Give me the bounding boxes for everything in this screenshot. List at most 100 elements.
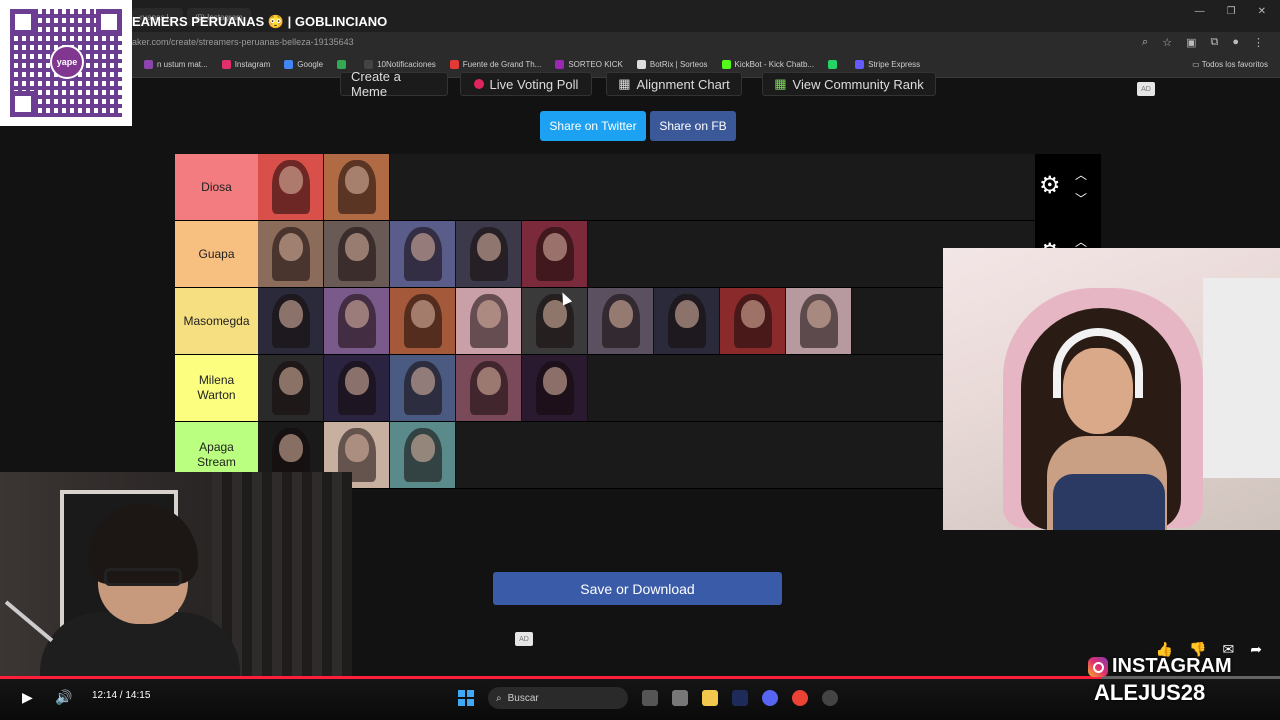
tier-row: Diosa ⚙ ︿ ﹀	[175, 154, 1101, 221]
qr-code: yape	[0, 0, 132, 126]
save-download-button[interactable]: Save or Download	[493, 572, 782, 605]
instagram-overlay: INSTAGRAM ALEJUS28	[1088, 655, 1232, 706]
tier-item-image[interactable]	[390, 422, 456, 488]
tier-item-image[interactable]	[522, 355, 588, 421]
live-voting-button[interactable]: Live Voting Poll	[460, 72, 592, 96]
tier-item-image[interactable]	[390, 288, 456, 354]
tier-items	[258, 154, 390, 220]
puzzle-icon[interactable]: ⧉	[1210, 36, 1218, 49]
search-icon: ⌕	[496, 692, 502, 704]
share-twitter-button[interactable]: Share on Twitter	[540, 111, 646, 141]
url-field[interactable]: aker.com/create/streamers-peruanas-belle…	[132, 37, 354, 47]
button-label: Create a Meme	[351, 69, 401, 99]
search-label: Buscar	[507, 692, 539, 704]
community-rank-button[interactable]: ▦ View Community Rank	[762, 72, 936, 96]
tier-label[interactable]: Diosa	[175, 154, 258, 220]
bookmark-item[interactable]: n ustum mat...	[144, 60, 208, 69]
bookmark-item[interactable]: Google	[284, 60, 323, 69]
bookmark-icon	[337, 60, 347, 69]
close-icon[interactable]: ✕	[1258, 6, 1266, 17]
play-icon[interactable]: ▶	[22, 689, 33, 706]
browser-titlebar: ruanas l... (9) Instagram EAMERS PERUANA…	[0, 0, 1280, 32]
windows-taskbar: ⌕ Buscar	[458, 687, 838, 709]
discord-icon[interactable]	[762, 690, 778, 706]
maximize-icon[interactable]: ❐	[1227, 6, 1236, 17]
bookmark-item[interactable]: 10Notificaciones	[364, 60, 436, 69]
tier-item-image[interactable]	[324, 154, 390, 220]
tier-item-image[interactable]	[390, 221, 456, 287]
windows-start-icon[interactable]	[458, 690, 474, 706]
bookmark-label: Stripe Express	[868, 60, 921, 69]
taskbar-search[interactable]: ⌕ Buscar	[488, 687, 628, 709]
gear-icon[interactable]: ⚙	[1039, 174, 1061, 198]
all-bookmarks-label: Todos los favoritos	[1201, 60, 1268, 69]
yape-logo: yape	[50, 45, 84, 79]
bookmark-item[interactable]: BotRix | Sorteos	[636, 60, 708, 69]
tier-item-image[interactable]	[324, 355, 390, 421]
bookmark-item[interactable]: Fuente de Grand Th...	[449, 60, 542, 69]
bookmark-icon	[828, 60, 838, 69]
bookmark-item[interactable]: SORTEO KICK	[555, 60, 623, 69]
app-icon[interactable]	[822, 690, 838, 706]
all-bookmarks[interactable]: ▭ Todos los favoritos	[1192, 60, 1268, 69]
tier-items	[258, 355, 588, 421]
tier-item-image[interactable]	[456, 355, 522, 421]
tier-item-image[interactable]	[258, 355, 324, 421]
menu-icon[interactable]: ⋮	[1253, 36, 1264, 49]
ad-tag: AD	[515, 632, 533, 646]
tier-item-image[interactable]	[258, 221, 324, 287]
screen: ruanas l... (9) Instagram EAMERS PERUANA…	[0, 0, 1280, 720]
bookmark-item[interactable]	[828, 60, 841, 69]
create-meme-button[interactable]: Create a Meme	[340, 69, 448, 99]
tier-item-image[interactable]	[720, 288, 786, 354]
tier-item-image[interactable]	[456, 221, 522, 287]
instagram-label: INSTAGRAM	[1112, 655, 1232, 677]
volume-icon[interactable]: 🔊	[55, 689, 72, 706]
tier-item-image[interactable]	[786, 288, 852, 354]
tier-item-image[interactable]	[258, 154, 324, 220]
photoshop-icon[interactable]	[732, 690, 748, 706]
tier-item-image[interactable]	[522, 288, 588, 354]
chevron-up-icon[interactable]: ︿	[1075, 166, 1087, 183]
tier-item-image[interactable]	[324, 288, 390, 354]
profile-icon[interactable]: ●	[1232, 36, 1239, 49]
bookmark-item[interactable]: KickBot - Kick Chatb...	[721, 60, 814, 69]
tier-label[interactable]: Milena Warton	[175, 355, 258, 421]
file-explorer-icon[interactable]	[702, 690, 718, 706]
bookmark-icon	[284, 60, 294, 69]
minimize-icon[interactable]: —	[1195, 6, 1205, 17]
share-fb-button[interactable]: Share on FB	[650, 111, 736, 141]
bookmark-icon	[855, 60, 865, 69]
window-controls: — ❐ ✕	[1195, 6, 1266, 17]
address-bar-icons: ⌕ ☆ ▣ ⧉ ● ⋮	[1142, 36, 1264, 49]
button-label: View Community Rank	[792, 76, 924, 92]
star-icon[interactable]: ☆	[1162, 36, 1172, 49]
extension-icon[interactable]: ▣	[1186, 36, 1196, 49]
zoom-icon[interactable]: ⌕	[1142, 36, 1148, 49]
tier-item-image[interactable]	[522, 221, 588, 287]
grid-icon: ▦	[618, 76, 631, 91]
tier-label[interactable]: Guapa	[175, 221, 258, 287]
tier-label[interactable]: Masomegda	[175, 288, 258, 354]
ad-tag: AD	[1137, 82, 1155, 96]
alignment-chart-button[interactable]: ▦ Alignment Chart	[606, 72, 742, 96]
app-icon[interactable]	[672, 690, 688, 706]
bookmark-label: 10Notificaciones	[377, 60, 436, 69]
bookmark-label: Google	[297, 60, 324, 69]
bookmark-item[interactable]: Stripe Express	[855, 60, 920, 69]
taskview-icon[interactable]	[642, 690, 658, 706]
tier-item-image[interactable]	[588, 288, 654, 354]
chevron-down-icon[interactable]: ﹀	[1075, 190, 1087, 207]
bookmark-icon	[636, 60, 646, 69]
bookmark-item[interactable]: Instagram	[221, 60, 270, 69]
tier-item-image[interactable]	[456, 288, 522, 354]
tier-item-image[interactable]	[390, 355, 456, 421]
chrome-icon[interactable]	[792, 690, 808, 706]
tier-item-image[interactable]	[324, 221, 390, 287]
share-icon[interactable]: ➦	[1250, 641, 1262, 658]
poll-icon	[473, 79, 484, 89]
tier-item-image[interactable]	[654, 288, 720, 354]
tier-item-image[interactable]	[258, 288, 324, 354]
bookmark-item[interactable]	[337, 60, 350, 69]
bookmark-label: Fuente de Grand Th...	[462, 60, 542, 69]
